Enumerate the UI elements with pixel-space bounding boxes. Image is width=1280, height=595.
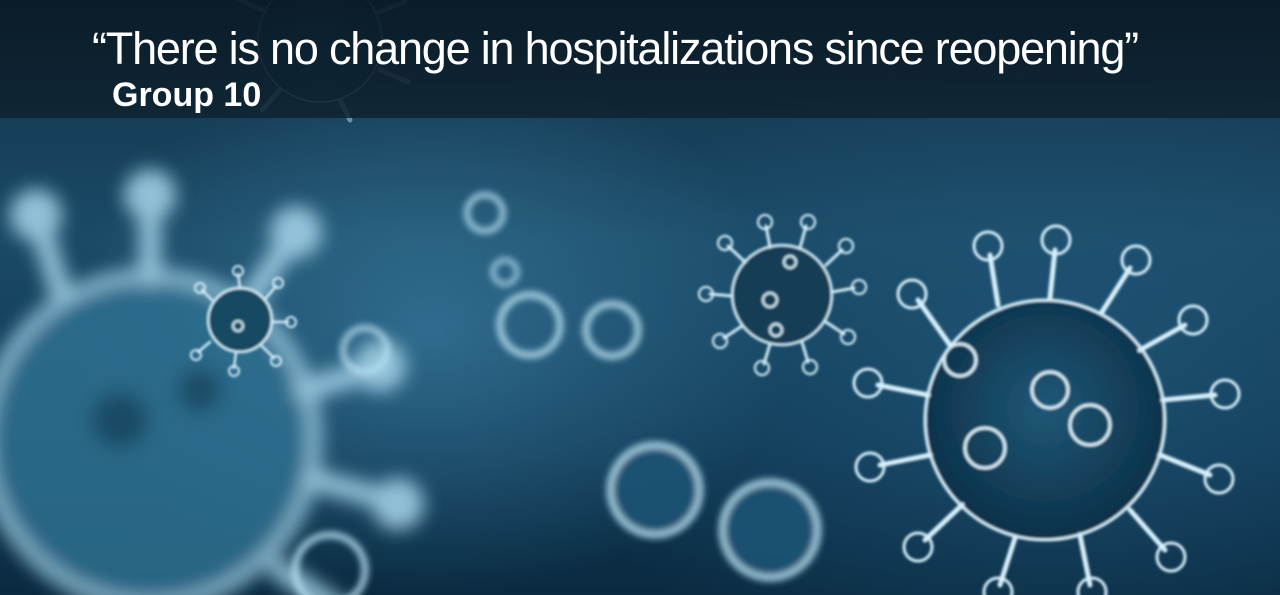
slide-subtitle: Group 10 (112, 76, 262, 114)
slide-title: “There is no change in hospitalizations … (92, 23, 1139, 74)
virus-particle-icon (697, 213, 868, 377)
virus-particle-icon (0, 169, 424, 595)
slide: “There is no change in hospitalizations … (0, 0, 1280, 595)
virus-particle-icon (852, 224, 1241, 595)
